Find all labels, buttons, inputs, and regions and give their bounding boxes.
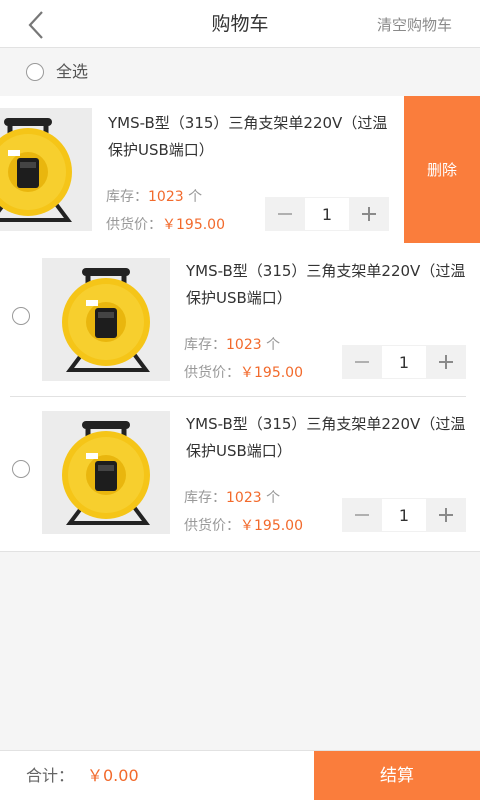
total-value: ￥0.00 bbox=[87, 766, 139, 785]
decrease-button[interactable] bbox=[342, 345, 382, 379]
stock-info: 库存：1023 个 bbox=[184, 334, 280, 354]
product-name[interactable]: YMS-B型（315）三角支架单220V（过温保护USB端口） bbox=[186, 258, 471, 312]
product-image bbox=[42, 258, 170, 381]
cart-item: YMS-B型（315）三角支架单220V（过温保护USB端口） 库存：1023 … bbox=[0, 96, 480, 249]
price-info: 供货价：￥195.00 bbox=[106, 214, 225, 234]
quantity-input[interactable]: 1 bbox=[382, 345, 426, 379]
stock-unit: 个 bbox=[261, 490, 281, 506]
stock-label: 库存： bbox=[184, 337, 226, 353]
select-all-radio[interactable] bbox=[26, 63, 44, 81]
select-all-bar: 全选 bbox=[0, 48, 480, 96]
cart-item: YMS-B型（315）三角支架单220V（过温保护USB端口） 库存：1023 … bbox=[0, 244, 480, 397]
clear-cart-button[interactable]: 清空购物车 bbox=[377, 0, 452, 48]
quantity-stepper: 1 bbox=[342, 498, 466, 532]
price-label: 供货价： bbox=[184, 365, 240, 381]
select-all-label: 全选 bbox=[56, 62, 89, 81]
quantity-stepper: 1 bbox=[342, 345, 466, 379]
price-info: 供货价：￥195.00 bbox=[184, 515, 303, 535]
cart-list: YMS-B型（315）三角支架单220V（过温保护USB端口） 库存：1023 … bbox=[0, 96, 480, 552]
stock-info: 库存：1023 个 bbox=[106, 186, 202, 206]
minus-icon bbox=[355, 514, 369, 516]
stock-unit: 个 bbox=[261, 337, 281, 353]
product-image bbox=[42, 411, 170, 534]
stock-info: 库存：1023 个 bbox=[184, 487, 280, 507]
header-bar: 购物车 清空购物车 bbox=[0, 0, 480, 48]
plus-icon bbox=[439, 508, 453, 522]
increase-button[interactable] bbox=[426, 498, 466, 532]
stock-label: 库存： bbox=[184, 490, 226, 506]
quantity-input[interactable]: 1 bbox=[382, 498, 426, 532]
price-label: 供货价： bbox=[106, 217, 162, 233]
price-value: ￥195.00 bbox=[162, 217, 225, 233]
cart-item: YMS-B型（315）三角支架单220V（过温保护USB端口） 库存：1023 … bbox=[0, 397, 480, 550]
increase-button[interactable] bbox=[426, 345, 466, 379]
item-select-radio[interactable] bbox=[12, 307, 30, 325]
plus-icon bbox=[362, 207, 376, 221]
total-label: 合计： bbox=[26, 766, 75, 785]
checkout-button[interactable]: 结算 bbox=[314, 751, 480, 800]
minus-icon bbox=[278, 213, 292, 215]
product-image bbox=[0, 108, 92, 231]
quantity-input[interactable]: 1 bbox=[305, 197, 349, 231]
decrease-button[interactable] bbox=[342, 498, 382, 532]
checkout-bar: 合计： ￥0.00 结算 bbox=[0, 750, 480, 800]
minus-icon bbox=[355, 361, 369, 363]
product-name[interactable]: YMS-B型（315）三角支架单220V（过温保护USB端口） bbox=[186, 411, 471, 465]
quantity-stepper: 1 bbox=[265, 197, 389, 231]
price-label: 供货价： bbox=[184, 518, 240, 534]
item-select-radio[interactable] bbox=[12, 460, 30, 478]
price-value: ￥195.00 bbox=[240, 518, 303, 534]
stock-value: 1023 bbox=[226, 490, 262, 506]
delete-button[interactable]: 删除 bbox=[404, 96, 480, 243]
plus-icon bbox=[439, 355, 453, 369]
product-name[interactable]: YMS-B型（315）三角支架单220V（过温保护USB端口） bbox=[108, 110, 393, 164]
stock-value: 1023 bbox=[148, 189, 184, 205]
stock-value: 1023 bbox=[226, 337, 262, 353]
price-info: 供货价：￥195.00 bbox=[184, 362, 303, 382]
increase-button[interactable] bbox=[349, 197, 389, 231]
stock-unit: 个 bbox=[183, 189, 203, 205]
stock-label: 库存： bbox=[106, 189, 148, 205]
price-value: ￥195.00 bbox=[240, 365, 303, 381]
decrease-button[interactable] bbox=[265, 197, 305, 231]
